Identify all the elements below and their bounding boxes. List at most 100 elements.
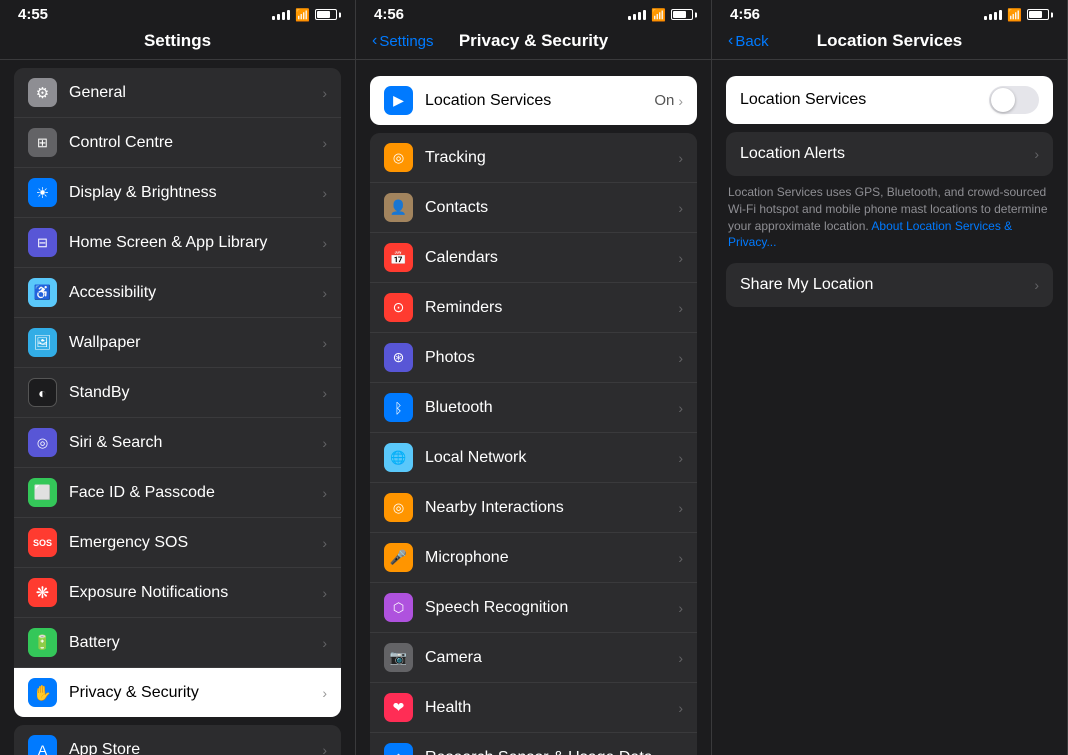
settings-item-siri[interactable]: ◎ Siri & Search › <box>14 418 341 468</box>
speech-chevron: › <box>678 600 683 616</box>
location-label: Location Services <box>425 92 654 110</box>
share-location-item[interactable]: Share My Location › <box>726 263 1053 307</box>
signal-icon-1 <box>272 10 290 20</box>
settings-item-battery[interactable]: 🔋 Battery › <box>14 618 341 668</box>
panel-title-1: Settings <box>144 31 211 51</box>
general-chevron: › <box>322 85 327 101</box>
location-description: Location Services uses GPS, Bluetooth, a… <box>728 184 1051 251</box>
sos-right: › <box>322 535 327 551</box>
accessibility-icon: ♿ <box>28 278 57 307</box>
panel-settings: 4:55 📶 Settings ⚙ General <box>0 0 356 755</box>
back-chevron-2: ‹ <box>372 32 377 50</box>
appstore-chevron: › <box>322 742 327 755</box>
accessibility-chevron: › <box>322 285 327 301</box>
location-alerts-item[interactable]: Location Alerts › <box>726 132 1053 176</box>
settings-item-exposure[interactable]: ❋ Exposure Notifications › <box>14 568 341 618</box>
faceid-label: Face ID & Passcode <box>69 484 322 502</box>
privacy-right: › <box>322 685 327 701</box>
privacy-item-bluetooth[interactable]: ᛒ Bluetooth › <box>370 383 697 433</box>
settings-item-display[interactable]: ☀ Display & Brightness › <box>14 168 341 218</box>
location-alerts-chevron: › <box>1034 146 1039 162</box>
settings-item-control[interactable]: ⊞ Control Centre › <box>14 118 341 168</box>
privacy-item-calendars[interactable]: 📅 Calendars › <box>370 233 697 283</box>
share-location-chevron: › <box>1034 277 1039 293</box>
calendars-chevron: › <box>678 250 683 266</box>
camera-chevron: › <box>678 650 683 666</box>
microphone-label: Microphone <box>425 549 678 567</box>
health-icon: ❤ <box>384 693 413 722</box>
privacy-icon: ✋ <box>28 678 57 707</box>
settings-item-faceid[interactable]: ⬜ Face ID & Passcode › <box>14 468 341 518</box>
standby-chevron: › <box>322 385 327 401</box>
bluetooth-label: Bluetooth <box>425 399 678 417</box>
calendars-icon: 📅 <box>384 243 413 272</box>
privacy-item-microphone[interactable]: 🎤 Microphone › <box>370 533 697 583</box>
privacy-item-local-network[interactable]: 🌐 Local Network › <box>370 433 697 483</box>
settings-item-privacy[interactable]: ✋ Privacy & Security › <box>14 668 341 717</box>
calendars-label: Calendars <box>425 249 678 267</box>
camera-icon: 📷 <box>384 643 413 672</box>
wallpaper-right: › <box>322 335 327 351</box>
back-button-2[interactable]: ‹ Settings <box>372 32 434 50</box>
display-right: › <box>322 185 327 201</box>
location-services-group[interactable]: ▶ Location Services On › <box>370 76 697 125</box>
settings-item-general[interactable]: ⚙ General › <box>14 68 341 118</box>
battery-chevron: › <box>322 635 327 651</box>
back-button-3[interactable]: ‹ Back <box>728 32 769 50</box>
speech-label: Speech Recognition <box>425 599 678 617</box>
location-toggle-label: Location Services <box>740 91 989 109</box>
wifi-icon-1: 📶 <box>295 8 310 22</box>
list-group-privacy: ◎ Tracking › 👤 Contacts › 📅 Calendars › … <box>370 133 697 755</box>
siri-icon: ◎ <box>28 428 57 457</box>
battery-icon-1 <box>315 9 337 20</box>
section-system: ⚙ General › ⊞ Control Centre › ☀ Display… <box>0 68 355 717</box>
photos-icon: ⊛ <box>384 343 413 372</box>
faceid-chevron: › <box>322 485 327 501</box>
tracking-chevron: › <box>678 150 683 166</box>
accessibility-label: Accessibility <box>69 284 322 302</box>
status-bar-2: 4:56 📶 <box>356 0 711 27</box>
standby-label: StandBy <box>69 384 322 402</box>
settings-item-sos[interactable]: SOS Emergency SOS › <box>14 518 341 568</box>
settings-item-standby[interactable]: ◐ StandBy › <box>14 368 341 418</box>
back-chevron-3: ‹ <box>728 32 733 50</box>
panel-content-1[interactable]: ⚙ General › ⊞ Control Centre › ☀ Display… <box>0 60 355 755</box>
list-group-location: Location Alerts › <box>726 132 1053 176</box>
reminders-chevron: › <box>678 300 683 316</box>
standby-right: › <box>322 385 327 401</box>
settings-item-appstore[interactable]: A App Store › <box>14 725 341 755</box>
back-label-2: Settings <box>379 33 433 50</box>
privacy-item-contacts[interactable]: 👤 Contacts › <box>370 183 697 233</box>
battery-label: Battery <box>69 634 322 652</box>
tracking-label: Tracking <box>425 149 678 167</box>
bluetooth-icon: ᛒ <box>384 393 413 422</box>
location-toggle[interactable] <box>989 86 1039 114</box>
time-3: 4:56 <box>730 6 760 23</box>
settings-item-home[interactable]: ⊟ Home Screen & App Library › <box>14 218 341 268</box>
panel-header-3: ‹ Back Location Services <box>712 27 1067 60</box>
speech-icon: ⬡ <box>384 593 413 622</box>
siri-chevron: › <box>322 435 327 451</box>
privacy-item-speech[interactable]: ⬡ Speech Recognition › <box>370 583 697 633</box>
siri-right: › <box>322 435 327 451</box>
privacy-item-nearby[interactable]: ◎ Nearby Interactions › <box>370 483 697 533</box>
panel-content-2[interactable]: ▶ Location Services On › ◎ Tracking › 👤 … <box>356 60 711 755</box>
settings-item-accessibility[interactable]: ♿ Accessibility › <box>14 268 341 318</box>
panel-title-3: Location Services <box>817 31 963 51</box>
control-right: › <box>322 135 327 151</box>
privacy-item-tracking[interactable]: ◎ Tracking › <box>370 133 697 183</box>
appstore-icon: A <box>28 735 57 755</box>
settings-item-wallpaper[interactable]: 🖼 Wallpaper › <box>14 318 341 368</box>
home-icon: ⊟ <box>28 228 57 257</box>
privacy-item-camera[interactable]: 📷 Camera › <box>370 633 697 683</box>
signal-icon-2 <box>628 10 646 20</box>
privacy-item-research[interactable]: ◈ Research Sensor & Usage Data › <box>370 733 697 755</box>
privacy-item-photos[interactable]: ⊛ Photos › <box>370 333 697 383</box>
privacy-item-reminders[interactable]: ⊙ Reminders › <box>370 283 697 333</box>
privacy-item-location[interactable]: ▶ Location Services On › <box>370 76 697 125</box>
section-apps: A App Store › ▤ Wallet › <box>0 725 355 755</box>
location-toggle-row[interactable]: Location Services <box>726 76 1053 124</box>
privacy-item-health[interactable]: ❤ Health › <box>370 683 697 733</box>
health-chevron: › <box>678 700 683 716</box>
photos-chevron: › <box>678 350 683 366</box>
